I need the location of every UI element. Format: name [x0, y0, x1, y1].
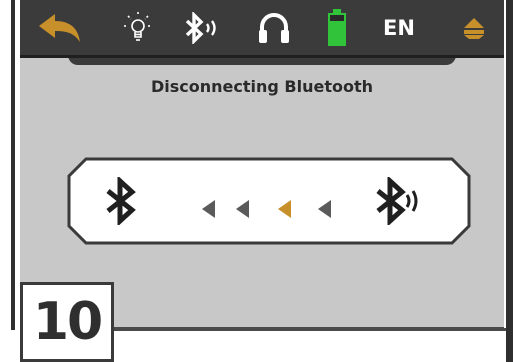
headphones-icon[interactable] — [252, 8, 296, 48]
progress-arrow-1 — [202, 200, 216, 222]
page-title: Disconnecting Bluetooth — [150, 77, 374, 96]
bluetooth-audio-icon[interactable] — [180, 8, 224, 48]
language-indicator[interactable]: EN — [374, 8, 424, 48]
step-number-box: 10 — [20, 282, 114, 362]
step-number: 10 — [32, 292, 103, 352]
light-bulb-icon[interactable] — [118, 8, 158, 48]
progress-arrow-3-active — [278, 200, 292, 222]
menu-triangle-icon[interactable] — [454, 8, 494, 48]
status-bar: EN — [20, 0, 504, 58]
frame-right-edge — [506, 0, 513, 362]
frame-left-edge — [11, 0, 15, 330]
back-arrow-icon[interactable] — [34, 8, 84, 48]
bluetooth-icon — [104, 175, 138, 229]
progress-arrow-2 — [236, 200, 250, 222]
device-screen: EN Disconnecting Bluetooth — [20, 0, 504, 330]
progress-arrow-4 — [318, 200, 332, 222]
battery-icon — [322, 8, 352, 48]
screen-bottom-border — [114, 328, 506, 331]
bluetooth-audio-icon — [374, 175, 426, 229]
